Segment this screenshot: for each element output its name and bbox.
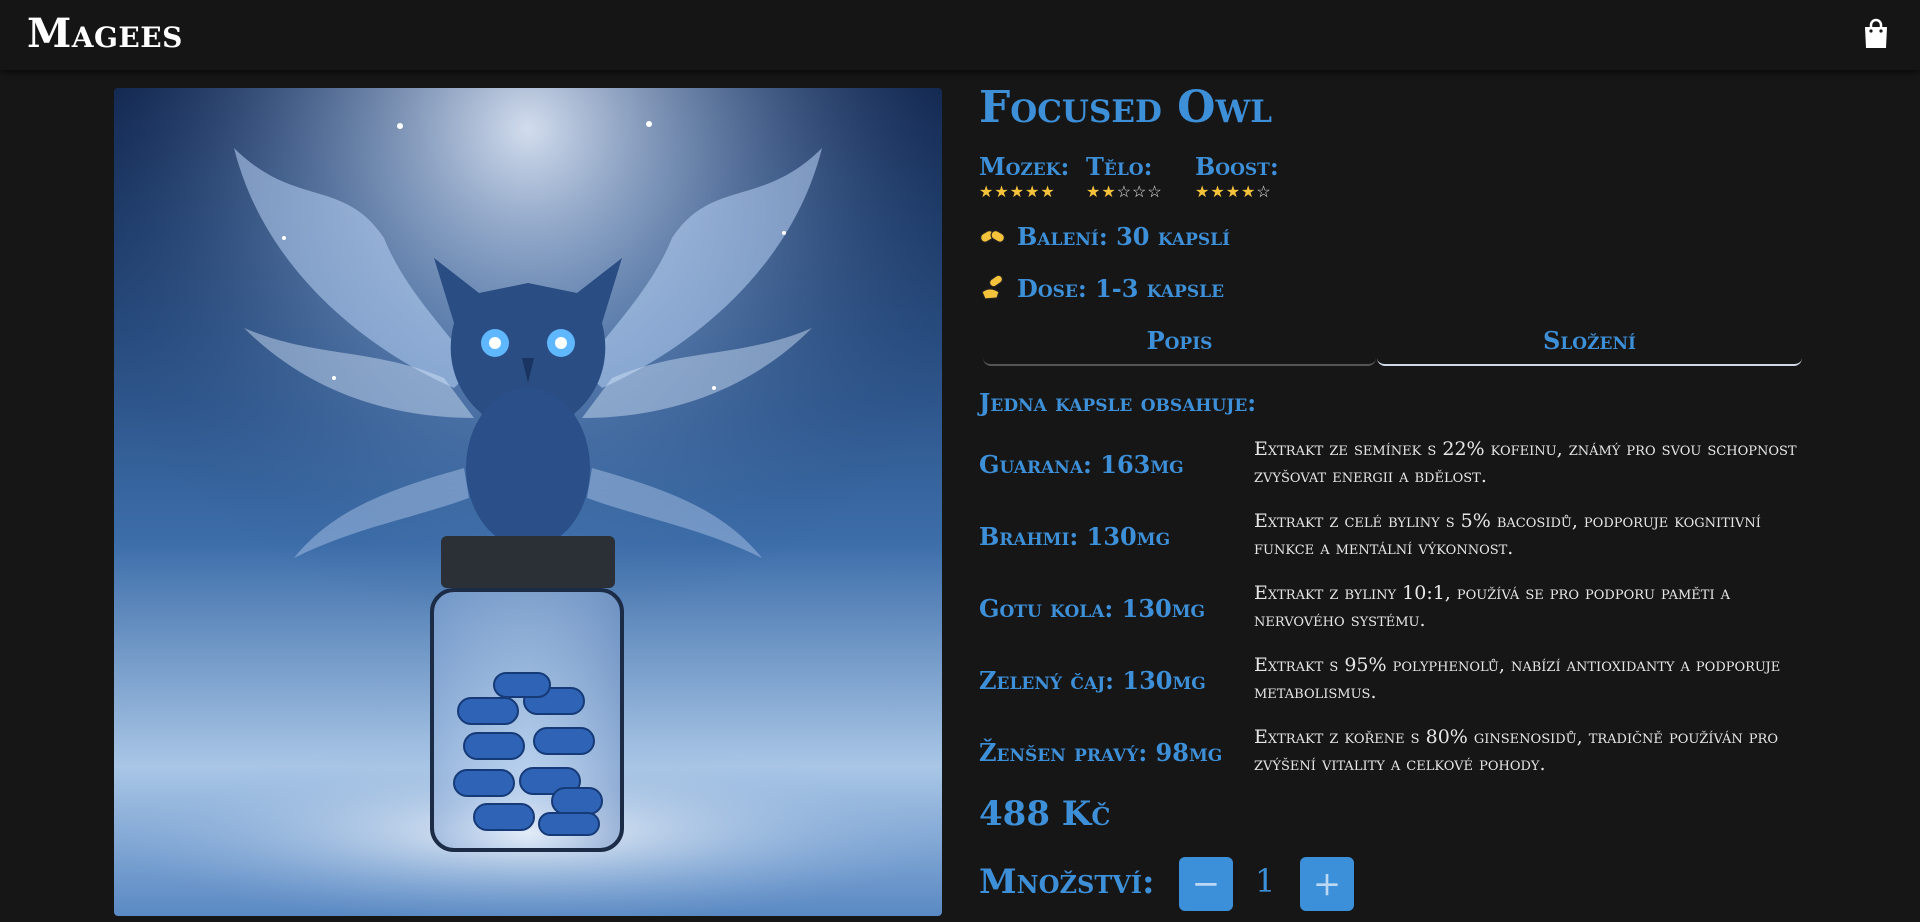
star-icon: ★	[1009, 182, 1026, 201]
packaging-text: Balení: 30 kapslí	[1017, 221, 1231, 251]
ingredient-name: Guarana: 163mg	[979, 450, 1184, 479]
star-icon: ★	[1225, 182, 1242, 201]
star-icon: ★	[1195, 182, 1211, 201]
star-icon: ★	[1025, 182, 1041, 201]
star-empty-icon: ☆	[1132, 182, 1148, 201]
ingredient-description: Extrakt z celé byliny s 5% bacosidů, pod…	[1254, 510, 1761, 559]
star-icon: ★	[979, 182, 995, 201]
ingredient-name: Brahmi: 130mg	[979, 522, 1171, 551]
quantity-label: Množství:	[979, 862, 1155, 902]
star-empty-icon: ☆	[1147, 182, 1163, 201]
star-rating: ★★☆☆☆	[1086, 182, 1163, 201]
capsules-icon	[979, 222, 1007, 250]
rating-telo: Tělo: ★★☆☆☆	[1086, 152, 1163, 201]
star-rating: ★★★★☆	[1195, 182, 1272, 201]
star-rating: ★★★★★	[979, 182, 1056, 201]
top-bar: Magees	[0, 0, 1920, 70]
tab-slozeni[interactable]: Složení	[1377, 326, 1802, 366]
ingredient-name: Zelený čaj: 130mg	[979, 666, 1206, 695]
rating-label: Tělo:	[1086, 152, 1153, 181]
product-price: 488 Kč	[979, 794, 1111, 834]
tab-underline	[983, 356, 1376, 366]
tab-underline	[1377, 356, 1802, 366]
quantity-value[interactable]: 1	[1255, 862, 1275, 900]
shopping-bag-icon[interactable]	[1862, 18, 1890, 50]
star-empty-icon: ☆	[1116, 182, 1133, 201]
rating-mozek: Mozek: ★★★★★	[979, 152, 1069, 201]
ingredient-description: Extrakt z byliny 10:1, používá se pro po…	[1254, 582, 1731, 631]
ingredient-description: Extrakt z kořene s 80% ginsenosidů, trad…	[1254, 726, 1778, 775]
star-icon: ★	[1101, 182, 1117, 201]
ingredient-description: Extrakt s 95% polyphenolů, nabízí antiox…	[1254, 654, 1781, 703]
dose-info: Dose: 1-3 kapsle	[979, 270, 1224, 306]
product-image	[114, 88, 942, 916]
quantity-increase-button[interactable]: +	[1300, 857, 1354, 911]
rating-label: Boost:	[1195, 152, 1279, 181]
star-empty-icon: ☆	[1256, 182, 1272, 201]
tab-popis[interactable]: Popis	[983, 326, 1376, 366]
star-icon: ★	[1040, 182, 1056, 201]
pill-hand-icon	[979, 274, 1007, 302]
star-icon: ★	[994, 182, 1010, 201]
rating-label: Mozek:	[979, 152, 1070, 181]
composition-heading: Jedna kapsle obsahuje:	[979, 388, 1257, 417]
tab-label: Popis	[1146, 326, 1213, 355]
star-icon: ★	[1210, 182, 1226, 201]
rating-boost: Boost: ★★★★☆	[1195, 152, 1279, 201]
star-icon: ★	[1086, 182, 1102, 201]
quantity-decrease-button[interactable]: −	[1179, 857, 1233, 911]
ingredient-name: Gotu kola: 130mg	[979, 594, 1206, 623]
packaging-info: Balení: 30 kapslí	[979, 218, 1230, 254]
ingredient-name: Ženšen pravý: 98mg	[979, 738, 1223, 767]
dose-text: Dose: 1-3 kapsle	[1017, 273, 1225, 303]
tab-label: Složení	[1543, 326, 1636, 355]
ingredient-description: Extrakt ze semínek s 22% kofeinu, známý …	[1254, 438, 1797, 487]
product-title: Focused Owl	[979, 82, 1273, 133]
star-icon: ★	[1241, 182, 1257, 201]
brand-logo[interactable]: Magees	[27, 10, 183, 57]
